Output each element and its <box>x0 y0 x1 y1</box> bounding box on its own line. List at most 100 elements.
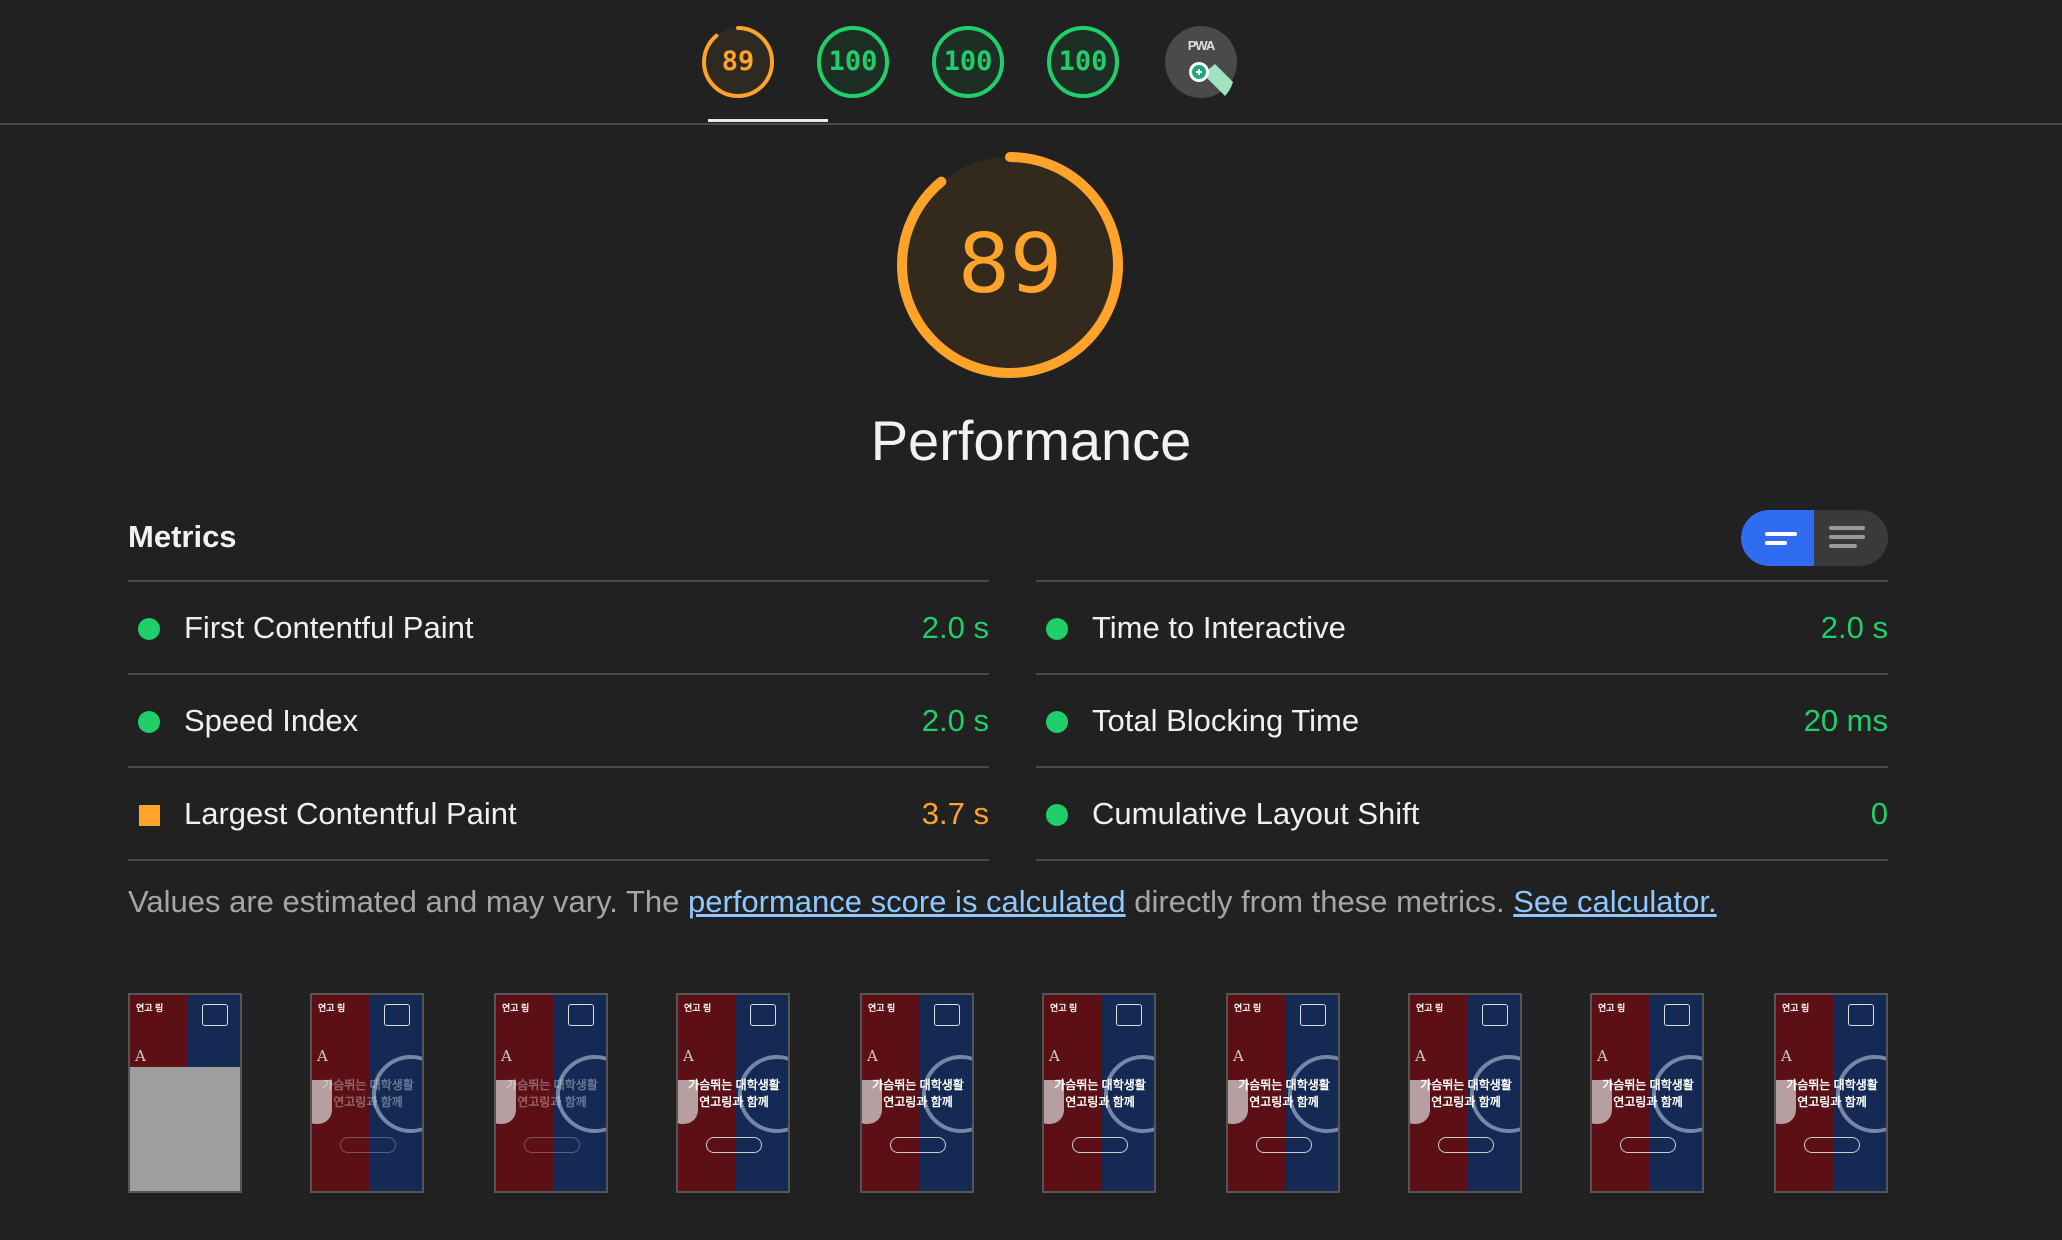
frame-menu-box <box>1116 1004 1142 1026</box>
lines-icon <box>1829 535 1865 539</box>
frame-headline: 가슴뛰는 대학생활 연고링과 함께 <box>688 1078 780 1109</box>
metric-value: 2.0 s <box>921 703 989 738</box>
metric-row: Total Blocking Time 20 ms <box>1036 673 1888 766</box>
frame-button <box>1804 1137 1860 1153</box>
pwa-gauge-tab[interactable]: PWA <box>1163 24 1239 100</box>
accessibility-score-small: 100 <box>828 46 878 77</box>
metrics-heading: Metrics <box>128 519 237 554</box>
frame-logo: A <box>135 1047 146 1065</box>
frame-button <box>1072 1137 1128 1153</box>
performance-gauge-tab[interactable]: 89 <box>700 24 776 100</box>
filmstrip-frame: 연고 링 A <box>128 993 242 1193</box>
best-practices-score-small: 100 <box>943 46 993 77</box>
frame-button <box>1256 1137 1312 1153</box>
metric-row: Speed Index 2.0 s <box>128 673 989 766</box>
frame-header-text: 연고 링 <box>136 1003 164 1013</box>
metric-value: 0 <box>1870 796 1888 831</box>
metric-label: Time to Interactive <box>1092 610 1346 645</box>
bar-icon <box>1765 532 1797 536</box>
frame-headline: 가슴뛰는 대학생활 연고링과 함께 <box>1420 1078 1512 1109</box>
best-practices-gauge-tab[interactable]: 100 <box>930 24 1006 100</box>
filmstrip-frame: 연고 링 A 가슴뛰는 대학생활 연고링과 함께 <box>1226 993 1340 1193</box>
pwa-label: PWA <box>1187 38 1216 53</box>
seo-score-small: 100 <box>1058 46 1108 77</box>
pass-indicator-icon <box>1046 804 1068 826</box>
filmstrip-frame: 연고 링 A 가슴뛰는 대학생활 연고링과 함께 <box>310 993 424 1193</box>
frame-logo: A <box>683 1047 694 1065</box>
frame-logo: A <box>501 1047 512 1065</box>
metric-row: Largest Contentful Paint 3.7 s <box>128 766 989 861</box>
expanded-view-button[interactable] <box>1815 510 1888 566</box>
frame-header-text: 연고 링 <box>1050 1003 1078 1013</box>
metrics-disclaimer: Values are estimated and may vary. The p… <box>128 884 1717 920</box>
disclaimer-text: directly from these metrics. <box>1125 884 1514 919</box>
disclaimer-text: Values are estimated and may vary. The <box>128 884 688 919</box>
calculator-link[interactable]: See calculator. <box>1513 884 1716 919</box>
frame-headline: 가슴뛰는 대학생활 연고링과 함께 <box>322 1078 414 1109</box>
metric-label: First Contentful Paint <box>184 610 474 645</box>
filmstrip-frame: 연고 링 A 가슴뛰는 대학생활 연고링과 함께 <box>1042 993 1156 1193</box>
frame-button <box>340 1137 396 1153</box>
frame-menu-box <box>934 1004 960 1026</box>
frame-loading-area <box>130 1067 240 1191</box>
frame-menu-box <box>568 1004 594 1026</box>
metric-label: Speed Index <box>184 703 359 738</box>
category-gauge-bar: 89 100 100 100 PWA <box>0 0 2062 125</box>
metric-label: Largest Contentful Paint <box>184 796 517 831</box>
frame-logo: A <box>317 1047 328 1065</box>
metrics-column-right: Time to Interactive 2.0 s Total Blocking… <box>1036 580 1888 861</box>
frame-headline: 가슴뛰는 대학생활 연고링과 함께 <box>506 1078 598 1109</box>
frame-menu-box <box>1300 1004 1326 1026</box>
frame-header-text: 연고 링 <box>868 1003 896 1013</box>
frame-logo: A <box>867 1047 878 1065</box>
metric-value: 20 ms <box>1803 703 1888 738</box>
metric-value: 3.7 s <box>921 796 989 831</box>
lines-icon <box>1829 526 1865 530</box>
frame-button <box>1620 1137 1676 1153</box>
active-tab-indicator <box>708 119 828 122</box>
filmstrip-frame: 연고 링 A 가슴뛰는 대학생활 연고링과 함께 <box>1774 993 1888 1193</box>
frame-header-text: 연고 링 <box>502 1003 530 1013</box>
filmstrip-frame: 연고 링 A 가슴뛰는 대학생활 연고링과 함께 <box>676 993 790 1193</box>
pass-indicator-icon <box>1046 711 1068 733</box>
frame-logo: A <box>1049 1047 1060 1065</box>
frame-button <box>1438 1137 1494 1153</box>
metric-value: 2.0 s <box>1820 610 1888 645</box>
metric-row: First Contentful Paint 2.0 s <box>128 580 989 673</box>
frame-menu-box <box>1848 1004 1874 1026</box>
pass-indicator-icon <box>138 711 160 733</box>
filmstrip-frame: 연고 링 A 가슴뛰는 대학생활 연고링과 함께 <box>494 993 608 1193</box>
bar-icon <box>1765 541 1787 545</box>
frame-menu-box <box>384 1004 410 1026</box>
frame-logo: A <box>1233 1047 1244 1065</box>
frame-header-text: 연고 링 <box>684 1003 712 1013</box>
compact-view-button[interactable] <box>1741 510 1814 566</box>
performance-score-small: 89 <box>721 46 755 77</box>
filmstrip-frame: 연고 링 A 가슴뛰는 대학생활 연고링과 함께 <box>1408 993 1522 1193</box>
category-title: Performance <box>870 409 1192 472</box>
frame-headline: 가슴뛰는 대학생활 연고링과 함께 <box>1238 1078 1330 1109</box>
pass-indicator-icon <box>1046 618 1068 640</box>
frame-menu-box <box>1482 1004 1508 1026</box>
frame-headline: 가슴뛰는 대학생활 연고링과 함께 <box>1602 1078 1694 1109</box>
frame-button <box>706 1137 762 1153</box>
frame-header-text: 연고 링 <box>1416 1003 1444 1013</box>
frame-header-text: 연고 링 <box>318 1003 346 1013</box>
frame-logo: A <box>1597 1047 1608 1065</box>
metric-row: Cumulative Layout Shift 0 <box>1036 766 1888 861</box>
metric-row: Time to Interactive 2.0 s <box>1036 580 1888 673</box>
frame-headline: 가슴뛰는 대학생활 연고링과 함께 <box>1054 1078 1146 1109</box>
score-calculation-link[interactable]: performance score is calculated <box>688 884 1126 919</box>
pass-indicator-icon <box>138 618 160 640</box>
pwa-badge-icon <box>1165 26 1237 98</box>
frame-logo: A <box>1415 1047 1426 1065</box>
accessibility-gauge-tab[interactable]: 100 <box>815 24 891 100</box>
average-indicator-icon <box>139 805 160 826</box>
frame-menu-box <box>1664 1004 1690 1026</box>
frame-button <box>524 1137 580 1153</box>
seo-gauge-tab[interactable]: 100 <box>1045 24 1121 100</box>
metrics-view-toggle[interactable] <box>1741 510 1888 566</box>
metric-label: Total Blocking Time <box>1092 703 1360 738</box>
lines-icon <box>1829 544 1857 548</box>
performance-gauge: 89 <box>895 150 1125 380</box>
